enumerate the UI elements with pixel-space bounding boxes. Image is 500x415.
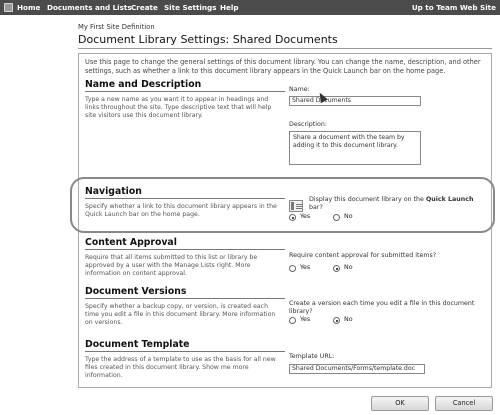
content-approval-options: Yes No	[289, 264, 379, 274]
page-title: Document Library Settings: Shared Docume…	[78, 33, 338, 46]
section-description: Type a new name as you want it to appear…	[85, 96, 272, 119]
page-header: My First Site Definition Document Librar…	[0, 15, 500, 53]
header-divider	[78, 48, 492, 49]
name-field[interactable]: Shared Documents	[289, 96, 421, 106]
site-name: My First Site Definition	[78, 23, 155, 31]
content-approval-yes-radio[interactable]	[289, 265, 296, 272]
yes-label: Yes	[300, 264, 311, 271]
content-approval-question: Require content approval for submitted i…	[289, 252, 437, 259]
document-versions-question: Create a version each time you edit a fi…	[289, 300, 475, 315]
section-title: Document Template	[85, 339, 190, 350]
intro-text: Use this page to change the general sett…	[85, 58, 481, 75]
up-to-team-web-site-link[interactable]: Up to Team Web Site	[412, 3, 496, 12]
ok-button[interactable]: OK	[371, 396, 429, 411]
nav-documents-and-lists-link[interactable]: Documents and Lists	[47, 3, 132, 12]
content-approval-no-radio[interactable]	[333, 265, 340, 272]
section-title: Content Approval	[85, 237, 177, 248]
section-description: Specify whether a backup copy, or versio…	[85, 303, 276, 326]
no-label: No	[344, 316, 353, 323]
document-versions-yes-radio[interactable]	[289, 317, 296, 324]
navigation-highlight-outline	[70, 177, 495, 233]
description-label: Description:	[289, 121, 327, 128]
section-title: Document Versions	[85, 286, 187, 297]
nav-home-link[interactable]: Home	[17, 3, 40, 12]
section-description: Require that all items submitted to this…	[85, 254, 258, 277]
section-divider	[85, 249, 285, 250]
top-navigation-bar: Home Documents and Lists Create Site Set…	[0, 0, 500, 15]
section-divider	[85, 351, 285, 352]
cancel-button[interactable]: Cancel	[435, 396, 493, 411]
nav-help-link[interactable]: Help	[220, 3, 239, 12]
document-versions-no-radio[interactable]	[333, 317, 340, 324]
document-versions-options: Yes No	[289, 316, 379, 326]
section-title: Name and Description	[85, 79, 202, 90]
section-divider	[85, 298, 285, 299]
template-url-field[interactable]: Shared Documents/Forms/template.doc	[289, 364, 425, 374]
description-field[interactable]: Share a document with the team by adding…	[289, 131, 421, 165]
template-url-label: Template URL:	[289, 353, 335, 360]
nav-create-link[interactable]: Create	[131, 3, 158, 12]
name-label: Name:	[289, 86, 310, 93]
nav-site-settings-link[interactable]: Site Settings	[164, 3, 216, 12]
home-icon[interactable]	[4, 3, 13, 12]
no-label: No	[344, 264, 353, 271]
yes-label: Yes	[300, 316, 311, 323]
section-divider	[85, 91, 285, 92]
section-description: Type the address of a template to use as…	[85, 356, 276, 379]
